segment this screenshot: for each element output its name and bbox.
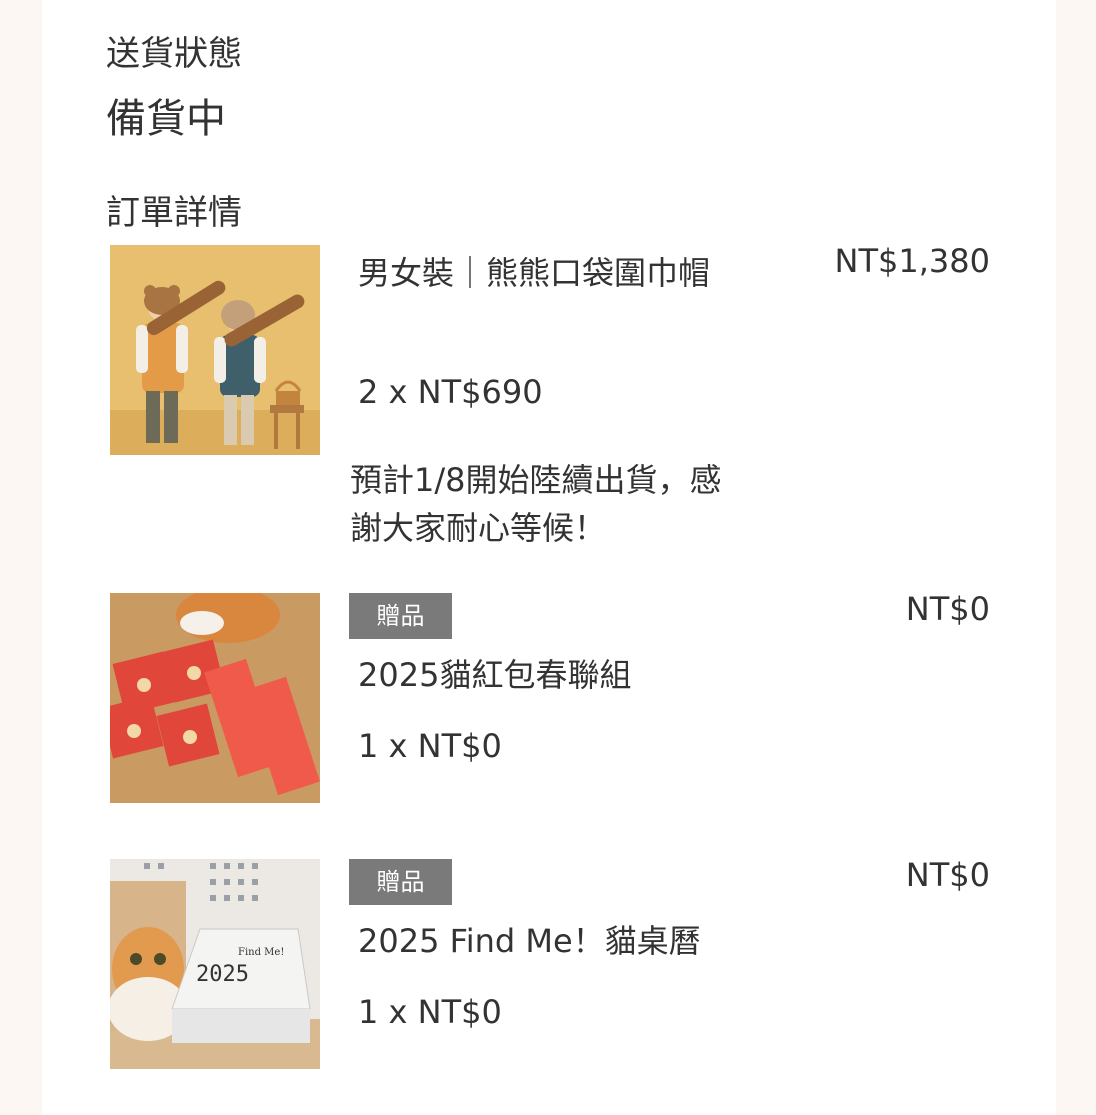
item-price: NT$0: [905, 590, 990, 628]
gift-badge: 贈品: [349, 859, 452, 905]
shipping-status-label: 送貨狀態: [106, 34, 242, 74]
gift-badge: 贈品: [349, 593, 452, 639]
order-details-label: 訂單詳情: [106, 193, 242, 233]
item-name[interactable]: 2025貓紅包春聯組: [358, 651, 758, 699]
svg-text:Find Me!: Find Me!: [238, 947, 284, 958]
shipping-status-value: 備貨中: [106, 96, 226, 142]
product-photo-desk-calendar-icon[interactable]: Find Me! 2025: [110, 859, 320, 1069]
item-name[interactable]: 2025 Find Me！貓桌曆: [358, 917, 758, 965]
item-price: NT$0: [905, 856, 990, 894]
svg-text:2025: 2025: [196, 962, 249, 987]
item-quantity: 1 x NT$0: [358, 727, 502, 765]
item-shipping-note: 預計1/8開始陸續出貨，感謝大家耐心等候！: [350, 461, 722, 547]
order-item: 贈品 2025貓紅包春聯組 1 x NT$0 NT$0: [0, 590, 1096, 808]
item-name[interactable]: 男女裝｜熊熊口袋圍巾帽: [358, 249, 718, 297]
order-item: Find Me! 2025 贈品 2025 Find Me！貓桌曆 1 x NT…: [0, 856, 1096, 1074]
order-item: 男女裝｜熊熊口袋圍巾帽 2 x NT$690 預計1/8開始陸續出貨，感謝大家耐…: [0, 242, 1096, 565]
item-quantity: 1 x NT$0: [358, 993, 502, 1031]
item-price: NT$1,380: [834, 242, 990, 280]
item-quantity: 2 x NT$690: [358, 373, 543, 411]
product-photo-red-envelopes-icon[interactable]: [110, 593, 320, 803]
product-photo-hooded-scarf-icon[interactable]: [110, 245, 320, 455]
